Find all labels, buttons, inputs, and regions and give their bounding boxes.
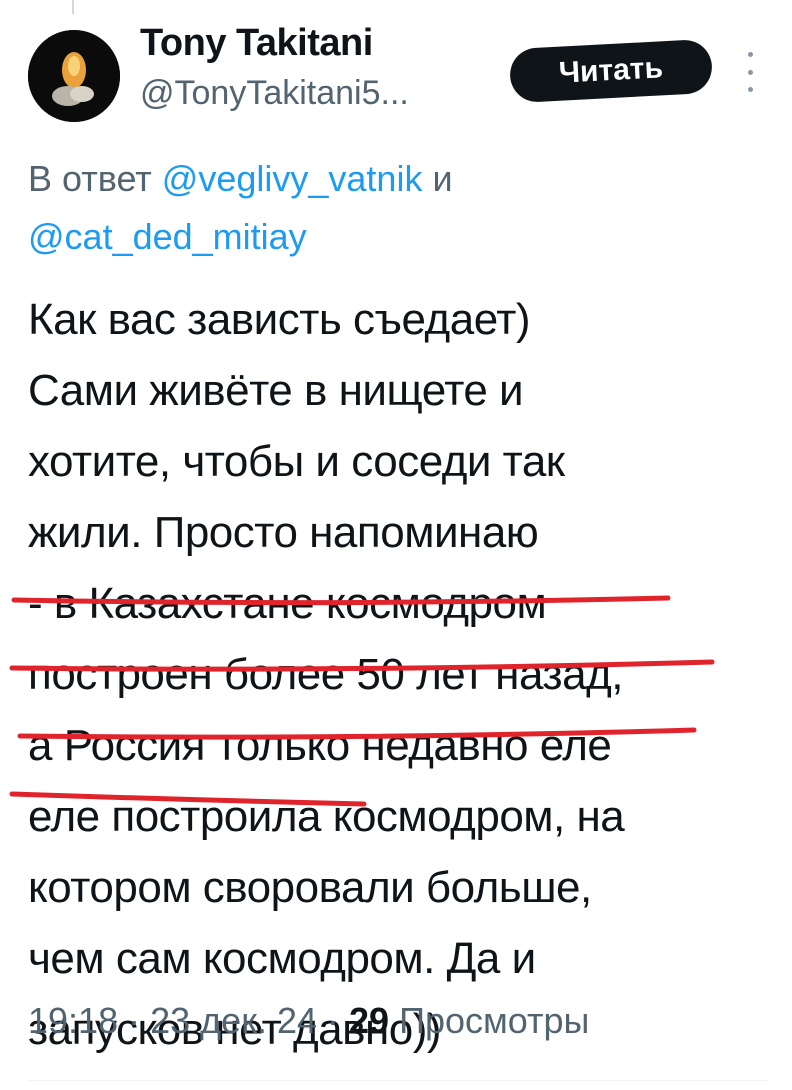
tweet-date[interactable]: 23 дек. 24	[150, 1000, 317, 1041]
tweet-text-line: еле построила космодром, на	[28, 792, 625, 841]
reply-context: В ответ @veglivy_vatnik и @cat_ded_mitia…	[28, 150, 768, 266]
mention-link-cat-ded-mitiay[interactable]: @cat_ded_mitiay	[28, 216, 307, 257]
tweet-meta: 19:18 · 23 дек. 24 · 29 Просмотры	[28, 1000, 788, 1042]
tweet-time[interactable]: 19:18	[28, 1000, 118, 1041]
reply-prefix: В ответ	[28, 158, 152, 199]
avatar-image	[28, 30, 120, 122]
avatar[interactable]	[28, 30, 120, 122]
author-handle[interactable]: @TonyTakitani5...	[140, 74, 409, 113]
follow-button[interactable]: Читать	[508, 38, 714, 104]
reply-conjunction: и	[432, 158, 453, 199]
thread-connector-line	[72, 0, 74, 14]
more-options-icon[interactable]	[740, 52, 760, 92]
tweet-text-line: Как вас зависть съедает)	[28, 295, 531, 344]
tweet-text-line: жили. Просто напоминаю	[28, 508, 539, 557]
mention-link-veglivy-vatnik[interactable]: @veglivy_vatnik	[162, 158, 423, 199]
tweet-text-line: построен более 50 лет назад,	[28, 650, 623, 699]
tweet-text-line: Сами живёте в нищете и	[28, 366, 524, 415]
author-display-name[interactable]: Tony Takitani	[140, 22, 373, 65]
divider	[28, 1080, 768, 1081]
tweet-text-line: - в Казахстане космодром	[28, 579, 547, 628]
tweet-text-line: чем сам космодром. Да и	[28, 934, 536, 983]
tweet-text-line: хотите, чтобы и соседи так	[28, 437, 565, 486]
tweet-text: Как вас зависть съедает) Сами живёте в н…	[28, 284, 768, 1065]
meta-separator: ·	[327, 1000, 340, 1041]
tweet-text-line: котором своровали больше,	[28, 863, 592, 912]
views-count: 29	[349, 1000, 390, 1041]
meta-separator: ·	[128, 1000, 141, 1041]
views-label: Просмотры	[399, 1000, 590, 1041]
tweet-text-line: а Россия только недавно еле	[28, 721, 612, 770]
